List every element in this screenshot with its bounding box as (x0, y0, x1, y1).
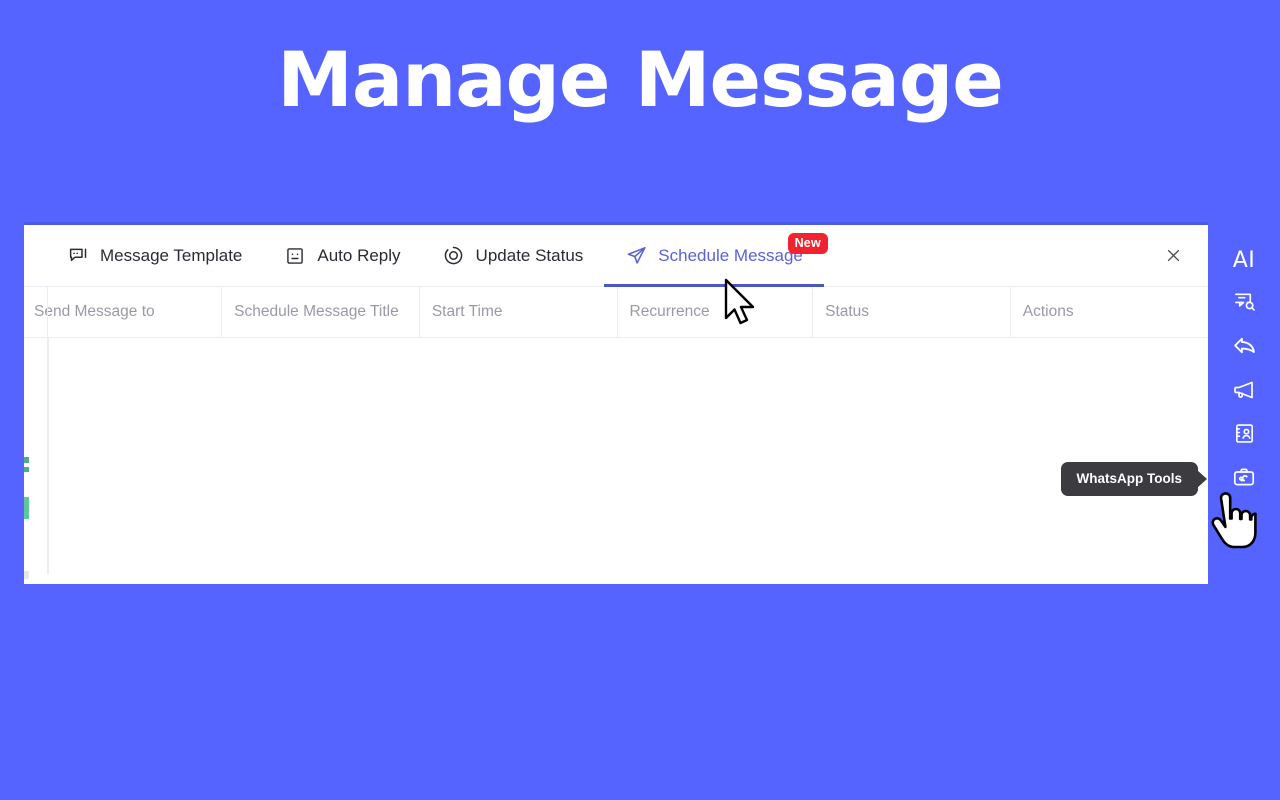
tab-label: Schedule Message (658, 245, 803, 265)
toolbox-wrench-icon (1232, 466, 1256, 495)
column-header-actions: Actions (1010, 287, 1208, 338)
message-template-icon (67, 245, 89, 267)
column-header-start-time: Start Time (419, 287, 618, 338)
contact-card-icon (1233, 422, 1256, 450)
page-title: Manage Message (277, 35, 1004, 124)
reply-button[interactable] (1222, 326, 1266, 370)
manage-message-panel: Message Template Auto Reply Update Statu… (24, 222, 1208, 584)
megaphone-icon (1232, 378, 1256, 407)
table-empty-body (24, 338, 1208, 574)
right-sidebar: AI (1208, 0, 1280, 800)
close-icon[interactable] (1160, 243, 1186, 269)
column-header-recurrence: Recurrence (617, 287, 814, 338)
tab-label: Update Status (475, 245, 584, 265)
column-header-schedule-message-title: Schedule Message Title (221, 287, 420, 338)
tab-label: Message Template (100, 245, 243, 265)
contacts-button[interactable] (1222, 414, 1266, 458)
whatsapp-tools-tooltip: WhatsApp Tools (1060, 462, 1198, 496)
broadcast-button[interactable] (1222, 370, 1266, 414)
schedule-message-table: Send Message to Schedule Message Title S… (24, 287, 1208, 574)
tab-label: Auto Reply (317, 245, 401, 265)
tab-message-template[interactable]: Message Template (46, 225, 263, 287)
reply-arrow-icon (1232, 333, 1257, 363)
table-header-row: Send Message to Schedule Message Title S… (24, 287, 1208, 338)
tab-update-status[interactable]: Update Status (422, 225, 605, 287)
whatsapp-tools-button[interactable] (1222, 458, 1266, 502)
auto-reply-icon (284, 245, 306, 267)
message-search-icon (1233, 290, 1256, 318)
update-status-icon (443, 245, 465, 267)
schedule-message-icon (625, 245, 647, 267)
add-button[interactable] (1222, 502, 1266, 546)
column-header-send-message-to: Send Message to (24, 287, 223, 338)
tab-auto-reply[interactable]: Auto Reply (263, 225, 421, 287)
new-badge: New (787, 232, 828, 254)
message-search-button[interactable] (1222, 282, 1266, 326)
ai-button[interactable]: AI (1222, 238, 1266, 282)
tab-schedule-message[interactable]: Schedule Message New (604, 225, 828, 287)
tab-bar: Message Template Auto Reply Update Statu… (24, 225, 1208, 287)
plus-icon (1233, 511, 1255, 538)
column-header-status: Status (812, 287, 1011, 338)
table-header: Send Message to Schedule Message Title S… (24, 287, 1208, 338)
